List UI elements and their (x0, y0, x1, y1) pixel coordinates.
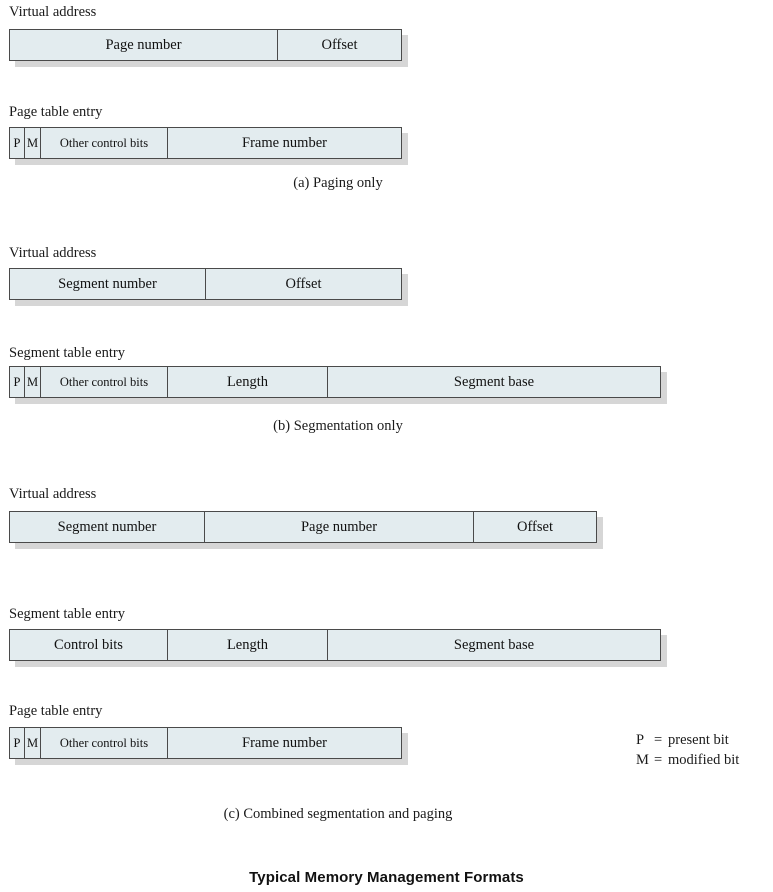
cell-modified-bit: M (25, 728, 41, 758)
cell-page-number: Page number (10, 30, 278, 60)
figure-title: Typical Memory Management Formats (249, 869, 524, 886)
cell-segment-number: Segment number (10, 269, 206, 299)
cell-present-bit: P (10, 367, 25, 397)
caption-paging-only: (a) Paging only (293, 175, 383, 191)
cell-other-control-bits: Other control bits (41, 367, 168, 397)
field-label-segment-table-entry-b: Segment table entry (9, 345, 125, 361)
legend-equals-p: = (654, 732, 663, 748)
legend-row-modified-bit: M = modified bit (636, 750, 739, 770)
bar-page-table-entry-paging-only: P M Other control bits Frame number (9, 127, 402, 159)
legend-text-modified-bit: modified bit (668, 752, 740, 768)
cell-other-control-bits: Other control bits (41, 128, 168, 158)
cell-length: Length (168, 630, 328, 660)
legend-text-present-bit: present bit (668, 732, 729, 748)
caption-segmentation-only: (b) Segmentation only (273, 418, 403, 434)
cell-offset: Offset (474, 512, 596, 542)
cell-page-number: Page number (205, 512, 474, 542)
cell-frame-number: Frame number (168, 128, 401, 158)
cell-offset: Offset (278, 30, 401, 60)
legend-equals-m: = (654, 752, 663, 768)
bar-virtual-address-combined: Segment number Page number Offset (9, 511, 597, 543)
cell-control-bits: Control bits (10, 630, 168, 660)
bar-page-table-entry-combined: P M Other control bits Frame number (9, 727, 402, 759)
bar-virtual-address-paging-only: Page number Offset (9, 29, 402, 61)
cell-present-bit: P (10, 728, 25, 758)
caption-combined-segmentation-and-paging: (c) Combined segmentation and paging (223, 806, 453, 822)
bar-segment-table-entry-combined: Control bits Length Segment base (9, 629, 661, 661)
cell-modified-bit: M (25, 367, 41, 397)
field-label-page-table-entry-c: Page table entry (9, 703, 103, 719)
cell-modified-bit: M (25, 128, 41, 158)
cell-segment-base: Segment base (328, 630, 660, 660)
cell-present-bit: P (10, 128, 25, 158)
field-label-virtual-address-c: Virtual address (9, 486, 97, 502)
cell-segment-number: Segment number (10, 512, 205, 542)
legend-key-p: P (636, 732, 645, 748)
cell-offset: Offset (206, 269, 401, 299)
field-label-virtual-address-b: Virtual address (9, 245, 97, 261)
field-label-virtual-address-a: Virtual address (9, 4, 97, 20)
field-label-page-table-entry-a: Page table entry (9, 104, 103, 120)
cell-other-control-bits: Other control bits (41, 728, 168, 758)
bar-virtual-address-segmentation-only: Segment number Offset (9, 268, 402, 300)
bar-segment-table-entry-segmentation-only: P M Other control bits Length Segment ba… (9, 366, 661, 398)
cell-frame-number: Frame number (168, 728, 401, 758)
memory-management-formats-diagram: Virtual address Page number Offset Page … (0, 0, 773, 892)
legend: P = present bit M = modified bit (636, 730, 739, 770)
field-label-segment-table-entry-c: Segment table entry (9, 606, 125, 622)
cell-segment-base: Segment base (328, 367, 660, 397)
legend-key-m: M (636, 752, 649, 768)
legend-row-present-bit: P = present bit (636, 730, 739, 750)
cell-length: Length (168, 367, 328, 397)
